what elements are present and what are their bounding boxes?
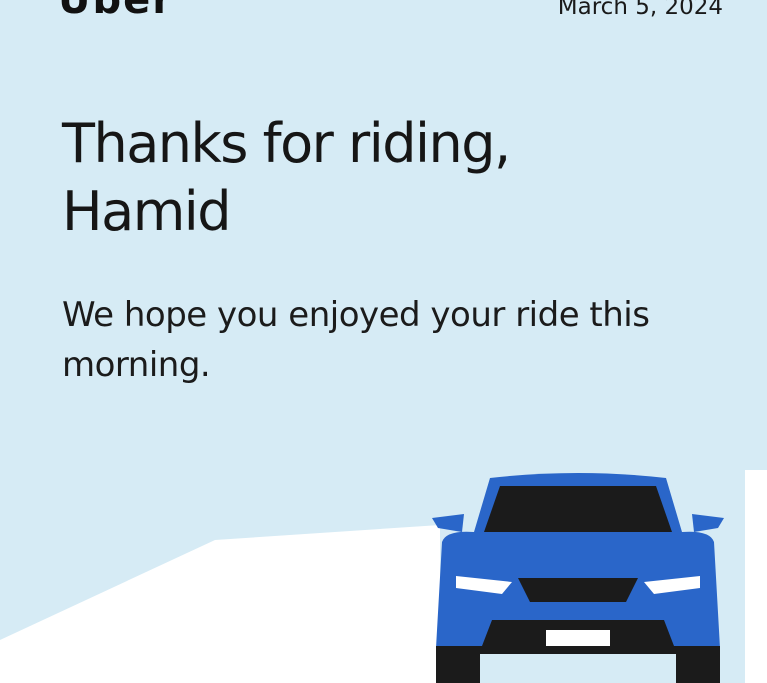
receipt-date: March 5, 2024 <box>557 0 723 20</box>
brand-logo: Uber <box>58 0 174 23</box>
grille <box>518 578 638 602</box>
headline-line-1: Thanks for riding, <box>62 112 511 175</box>
headline-line-2: Hamid <box>62 180 232 243</box>
thank-you-message: We hope you enjoyed your ride this morni… <box>62 290 742 390</box>
receipt-page: Uber March 5, 2024 Thanks for riding, Ha… <box>0 0 767 683</box>
mirror-left <box>432 514 464 532</box>
car-front-icon <box>432 473 724 683</box>
message-line-1: We hope you enjoyed your ride this <box>62 295 650 335</box>
underbody <box>436 646 720 654</box>
page-title: Thanks for riding, Hamid <box>62 110 622 246</box>
message-line-2: morning. <box>62 345 211 385</box>
windshield <box>484 486 672 532</box>
mirror-right <box>692 514 724 532</box>
license-plate <box>542 626 614 650</box>
